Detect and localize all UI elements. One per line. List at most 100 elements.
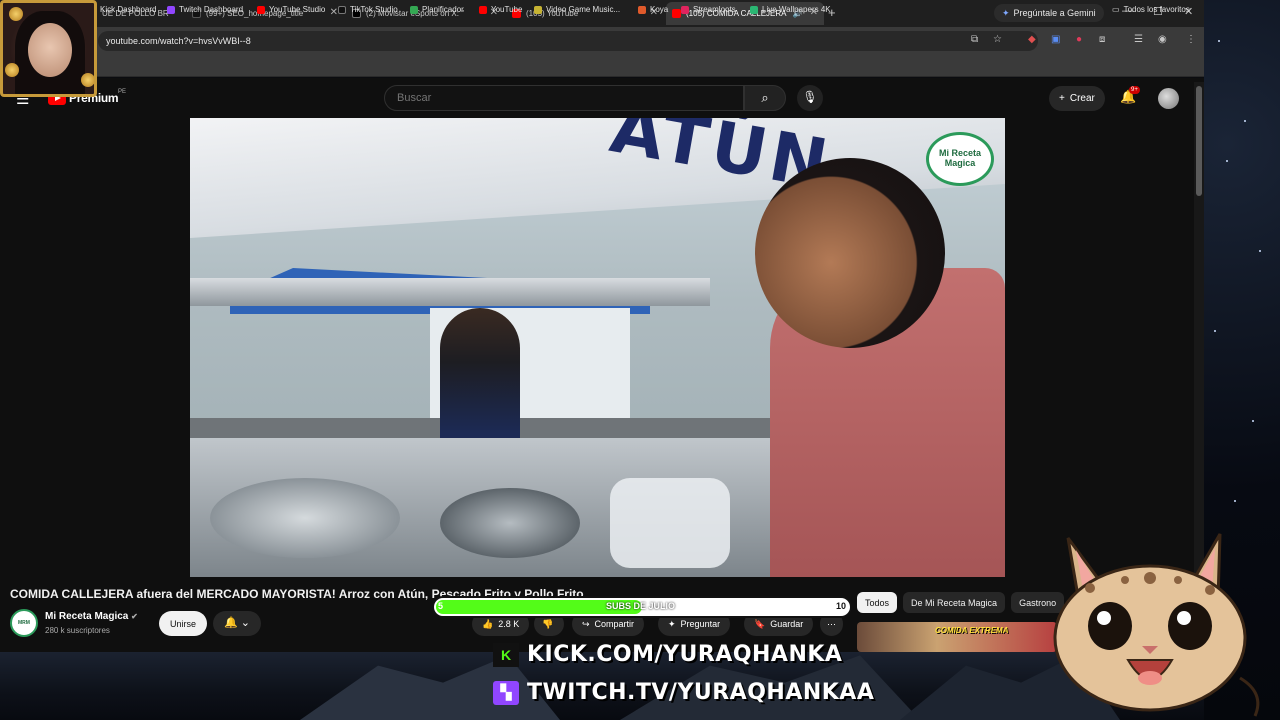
calendar-icon <box>410 5 418 14</box>
bookmark-label: Kick Dashboard <box>100 5 157 14</box>
youtube-icon <box>672 9 681 18</box>
chip-all[interactable]: Todos <box>857 592 898 613</box>
screen: UE DE POLLO BR ✕ (99+) SEO_homepage_titl… <box>0 0 1280 720</box>
folder-icon: ▭ <box>1112 5 1120 14</box>
koya-icon <box>638 5 646 14</box>
scrollbar-thumb[interactable] <box>1196 86 1202 196</box>
notifications-button[interactable]: 🔔 9+ <box>1120 86 1140 105</box>
tab-search-icon[interactable]: ☰ <box>1134 34 1143 45</box>
cat-mascot <box>1053 533 1260 717</box>
bookmark-label: Twitch Dashboard <box>179 5 244 14</box>
translate-icon[interactable]: ▣ <box>1051 34 1060 45</box>
share-icon: ↪ <box>582 618 590 629</box>
subs-goal-current: 5 <box>438 601 444 611</box>
bookmark-item[interactable]: Live Wallpapers 4K <box>750 5 831 14</box>
bookmark-label: Planificador <box>422 5 464 14</box>
search-input[interactable] <box>384 85 744 111</box>
bookmark-item[interactable]: TikTok Studio <box>338 5 398 14</box>
sparkle-icon: ✦ <box>668 618 676 629</box>
kick-social: K KICK.COM/YURAQHANKA <box>493 642 842 667</box>
create-label: Crear <box>1069 93 1095 104</box>
bookmark-item[interactable]: Koya <box>638 5 668 14</box>
subscription-bell-button[interactable]: 🔔 ⌄ <box>213 611 261 636</box>
kick-url: KICK.COM/YURAQHANKA <box>527 642 843 667</box>
wallpaper-icon <box>750 5 758 14</box>
join-button[interactable]: Unirse <box>159 611 208 636</box>
video-scene-steel <box>190 278 710 306</box>
bookmark-label: Todos los favoritos <box>1123 5 1190 14</box>
menu-dots-icon[interactable]: ⋮ <box>1186 34 1196 45</box>
search-button[interactable]: ⌕ <box>744 85 786 111</box>
video-scene-bag <box>610 478 730 568</box>
extension-icon[interactable]: ◆ <box>1028 34 1036 45</box>
bookmark-item[interactable]: YouTube <box>479 5 522 14</box>
video-player[interactable]: ATÚN Mi Receta Magica <box>190 118 1005 577</box>
bookmark-label: YouTube <box>491 5 523 14</box>
bookmarks-bar <box>0 55 1204 77</box>
twitch-social: ▚ TWITCH.TV/YURAQHANKAA <box>493 680 874 705</box>
country-code: PE <box>118 89 127 95</box>
bell-icon: 🔔 <box>224 617 238 629</box>
bookmark-label: Video Game Music... <box>546 5 621 14</box>
bookmark-label: Koya <box>650 5 669 14</box>
gemini-button[interactable]: ✦ Pregúntale a Gemini <box>994 4 1104 22</box>
channel-avatar[interactable]: MRM <box>10 609 38 637</box>
subs-goal-label: SUBS DE JULIO <box>606 601 676 611</box>
bookmark-item[interactable]: Streamloots <box>681 5 736 14</box>
channel-watermark-logo: Mi Receta Magica <box>926 132 994 186</box>
related-filter-chips: Todos De Mi Receta Magica Gastrono <box>857 592 1065 613</box>
channel-name[interactable]: Mi Receta Magica ✔ <box>45 611 138 622</box>
bookmark-item[interactable]: Planificador <box>410 5 464 14</box>
twitch-icon <box>167 5 175 14</box>
video-scene-host-head <box>755 158 945 348</box>
voice-search-button[interactable]: 🎙 <box>797 85 823 111</box>
account-avatar[interactable] <box>1158 88 1179 109</box>
twitch-icon: ▚ <box>493 680 519 705</box>
ask-label: Preguntar <box>680 619 721 629</box>
all-favorites-folder[interactable]: ▭ Todos los favoritos <box>1112 5 1190 14</box>
bookmark-label: TikTok Studio <box>350 5 398 14</box>
bookmark-label: Streamloots <box>693 5 736 14</box>
watermark-text: Mi Receta Magica <box>938 148 982 168</box>
bookmark-item[interactable]: YouTube Studio <box>257 5 325 14</box>
webcam-face <box>28 23 72 77</box>
bookmark-item[interactable]: Kick Dashboard <box>100 5 156 14</box>
url-bar[interactable]: youtube.com/watch?v=hvsVvWBI--8 <box>98 31 1038 51</box>
share-label: Compartir <box>594 619 635 629</box>
channel-subscribers: 280 k suscriptores <box>45 626 110 635</box>
thumbs-down-icon: 👎 <box>542 618 554 629</box>
notification-badge: 9+ <box>1129 86 1140 94</box>
flower-decoration <box>9 7 23 21</box>
create-button[interactable]: + Crear <box>1049 86 1105 111</box>
twitch-url: TWITCH.TV/YURAQHANKAA <box>527 680 875 705</box>
subs-goal-target: 10 <box>836 601 847 611</box>
chevron-down-icon: ⌄ <box>240 617 250 629</box>
extension-icon[interactable]: ● <box>1076 34 1082 45</box>
bookmark-item[interactable]: Video Game Music... <box>534 5 620 14</box>
more-dots-icon: ⋯ <box>827 618 836 629</box>
close-icon[interactable]: ✕ <box>330 7 338 18</box>
bookmark-label: YouTube Studio <box>269 5 326 14</box>
extensions-puzzle-icon[interactable]: ⧈ <box>1099 34 1105 45</box>
chip-from-channel[interactable]: De Mi Receta Magica <box>903 592 1006 613</box>
youtube-icon <box>257 5 265 14</box>
music-icon <box>534 5 542 14</box>
cast-icon[interactable]: ⧉ <box>971 34 978 45</box>
related-video-thumbnail[interactable]: COMIDA EXTREMA <box>857 622 1057 652</box>
streamloots-icon <box>681 5 689 14</box>
youtube-icon <box>479 5 487 14</box>
bookmark-star-icon[interactable]: ☆ <box>993 34 1002 45</box>
streamer-webcam <box>0 0 97 97</box>
profile-avatar[interactable]: ◉ <box>1158 34 1167 45</box>
bookmark-icon: 🔖 <box>754 618 766 629</box>
kick-icon: K <box>493 642 519 667</box>
thumbnail-text: COMIDA EXTREMA <box>935 626 1009 635</box>
mic-icon: 🎙 <box>802 90 818 104</box>
bookmark-item[interactable]: Twitch Dashboard <box>167 5 243 14</box>
gemini-icon: ✦ <box>1002 7 1010 18</box>
bookmark-label: Live Wallpapers 4K <box>762 5 831 14</box>
flower-decoration <box>81 73 94 87</box>
verified-icon: ✔ <box>131 612 138 621</box>
thumbs-up-icon: 👍 <box>482 618 494 629</box>
video-scene-tray <box>210 478 400 558</box>
